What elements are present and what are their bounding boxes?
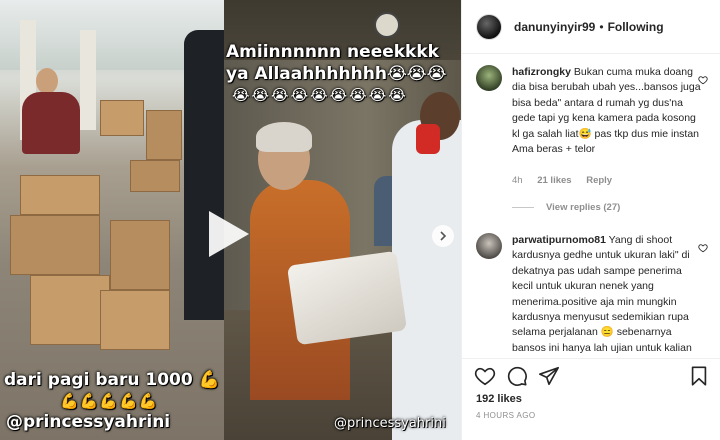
- post-username[interactable]: danunyinyir99: [514, 20, 595, 34]
- likes-count[interactable]: 192 likes: [476, 393, 522, 405]
- scene-person: [22, 92, 80, 154]
- comment-username[interactable]: hafizrongky: [512, 66, 571, 78]
- post-header: danunyinyir99 • Following: [462, 0, 720, 54]
- post-timestamp: 4 HOURS AGO: [476, 411, 536, 420]
- comment-time: 4h: [512, 175, 523, 186]
- following-button[interactable]: Following: [608, 20, 664, 34]
- view-replies-button[interactable]: View replies (27): [512, 202, 620, 213]
- view-replies-label: View replies (27): [546, 202, 621, 213]
- comment-likes[interactable]: 21 likes: [537, 175, 571, 186]
- replies-divider: [512, 207, 534, 208]
- avatar[interactable]: [476, 65, 502, 91]
- avatar[interactable]: [476, 13, 502, 40]
- scene-person: [184, 30, 224, 320]
- scene-box: [10, 215, 100, 275]
- comment-text: parwatipurnomo81 Yang di shoot kardusnya…: [512, 233, 704, 356]
- story-caption-right-1: Amiinnnnnn neeekkkk: [226, 42, 439, 62]
- comment-item: hafizrongky Bukan cuma muka doang dia bi…: [476, 65, 708, 217]
- story-caption-right-2: ya Allaahhhhhhh😭😭😭: [226, 64, 447, 84]
- avatar[interactable]: [476, 233, 502, 259]
- post-media[interactable]: dari pagi baru 1000 💪 💪💪💪💪💪 @princessyah…: [0, 0, 461, 440]
- comment-meta: 4h 21 likes Reply: [512, 175, 624, 186]
- post-actions: 192 likes 4 HOURS AGO: [462, 358, 720, 440]
- scene-box: [20, 175, 100, 215]
- comment-text: hafizrongky Bukan cuma muka doang dia bi…: [512, 65, 704, 157]
- scene-box: [110, 220, 170, 290]
- next-media-button[interactable]: [432, 225, 454, 247]
- heart-icon[interactable]: [698, 75, 708, 85]
- scene-box: [146, 110, 182, 160]
- comment-body: Bukan cuma muka doang dia bisa berubah u…: [512, 66, 701, 156]
- comment-item: parwatipurnomo81 Yang di shoot kardusnya…: [476, 233, 708, 358]
- scene-box: [30, 275, 110, 345]
- story-emojis-right: 😭😭😭😭😭😭😭😭😭: [232, 86, 408, 104]
- scene-woman-hair: [256, 122, 312, 152]
- scene-pillar: [80, 30, 96, 130]
- comment-username[interactable]: parwatipurnomo81: [512, 234, 606, 246]
- bookmark-icon[interactable]: [688, 365, 710, 387]
- comment-icon[interactable]: [506, 365, 528, 387]
- story-handle-left: @princessyahrini: [6, 412, 171, 432]
- story-handle-right: @princessyahrini: [334, 416, 446, 431]
- play-icon[interactable]: [199, 207, 253, 261]
- chevron-right-icon: [440, 231, 447, 241]
- scene-clock: [374, 12, 400, 38]
- comments-list[interactable]: hafizrongky Bukan cuma muka doang dia bi…: [462, 55, 720, 358]
- share-icon[interactable]: [538, 365, 560, 387]
- scene-box: [130, 160, 180, 192]
- story-caption-left: dari pagi baru 1000 💪: [4, 370, 220, 390]
- story-emojis-left: 💪💪💪💪💪: [60, 392, 159, 410]
- comment-body: Yang di shoot kardusnya gedhe untuk ukur…: [512, 234, 692, 354]
- story-frame-right: Amiinnnnnn neeekkkk ya Allaahhhhhhh😭😭😭 😭…: [224, 0, 461, 440]
- story-frame-left: dari pagi baru 1000 💪 💪💪💪💪💪 @princessyah…: [0, 0, 224, 440]
- scene-person-head: [36, 68, 58, 94]
- separator-dot: •: [599, 19, 604, 34]
- reply-button[interactable]: Reply: [586, 175, 612, 186]
- scene-box: [100, 100, 144, 136]
- heart-icon[interactable]: [474, 365, 496, 387]
- scene-bag: [286, 250, 408, 346]
- heart-icon[interactable]: [698, 243, 708, 253]
- scene-box: [100, 290, 170, 350]
- scene-mask: [416, 124, 440, 154]
- scene-man: [392, 120, 461, 440]
- post-sidebar: danunyinyir99 • Following hafizrongky Bu…: [461, 0, 720, 440]
